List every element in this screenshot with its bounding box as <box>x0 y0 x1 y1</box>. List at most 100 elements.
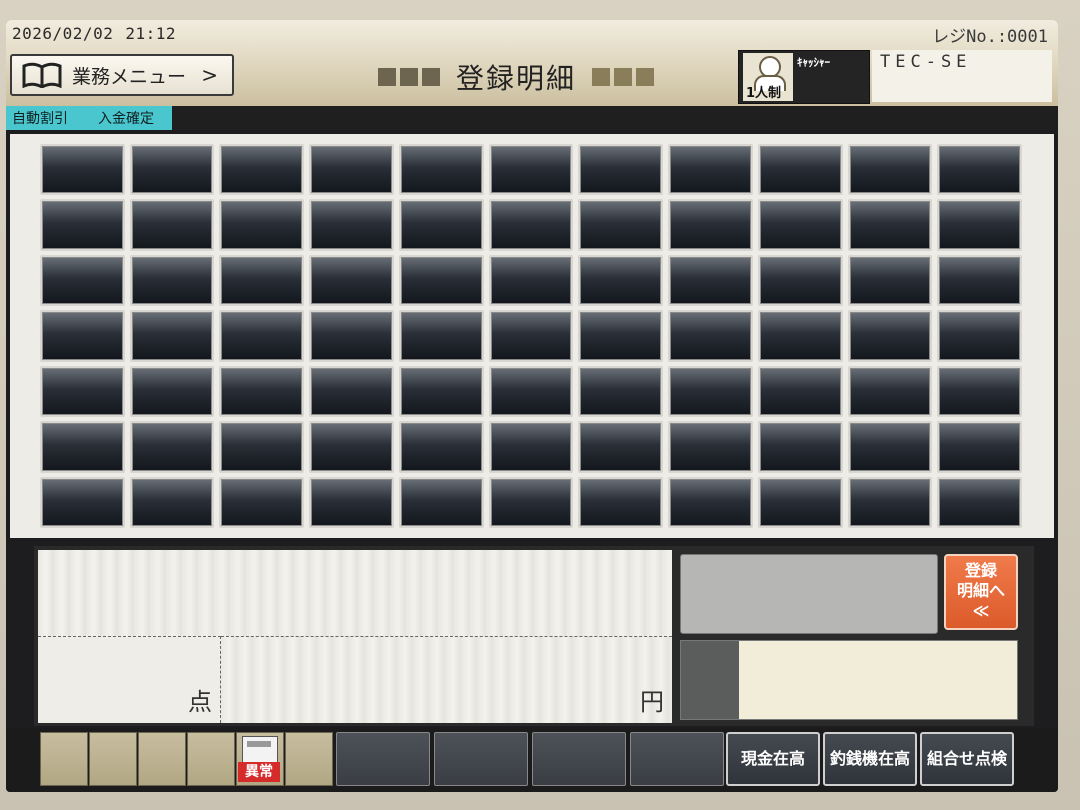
item-key[interactable] <box>488 421 574 473</box>
item-key[interactable] <box>129 310 215 362</box>
item-key[interactable] <box>937 254 1022 307</box>
item-key[interactable] <box>757 254 843 307</box>
item-key[interactable] <box>219 199 305 251</box>
item-key[interactable] <box>309 254 394 307</box>
register-detail-button[interactable]: 登録 明細へ ≪ <box>944 554 1018 630</box>
item-key[interactable] <box>757 144 843 196</box>
item-key[interactable] <box>668 365 753 418</box>
item-key[interactable] <box>309 310 394 362</box>
item-key[interactable] <box>488 144 574 196</box>
item-key[interactable] <box>219 365 305 418</box>
item-key[interactable] <box>40 254 125 307</box>
item-key[interactable] <box>937 365 1022 418</box>
item-key[interactable] <box>40 476 125 528</box>
item-key[interactable] <box>309 144 394 196</box>
register-detail-line1: 登録 <box>964 561 997 580</box>
item-key[interactable] <box>219 421 305 473</box>
item-key[interactable] <box>668 199 753 251</box>
business-menu-button[interactable]: 業務メニュー > <box>10 54 234 96</box>
datetime: 2026/02/02 21:12 <box>12 24 188 43</box>
item-key[interactable] <box>757 365 843 418</box>
alert-label: 異常 <box>238 762 280 782</box>
item-key[interactable] <box>398 421 484 473</box>
item-key[interactable] <box>578 310 664 362</box>
item-key[interactable] <box>398 365 484 418</box>
cash-on-hand-button[interactable]: 現金在高 <box>726 732 820 786</box>
item-key[interactable] <box>578 254 664 307</box>
change-machine-balance-button[interactable]: 釣銭機在高 <box>823 732 917 786</box>
function-key-blank[interactable] <box>434 732 528 786</box>
title-ornament <box>422 68 440 86</box>
function-key-blank[interactable] <box>89 732 137 786</box>
item-key[interactable] <box>578 365 664 418</box>
item-key[interactable] <box>847 310 933 362</box>
item-key[interactable] <box>847 199 933 251</box>
item-key[interactable] <box>937 144 1022 196</box>
combination-check-button[interactable]: 組合せ点検 <box>920 732 1014 786</box>
function-key-blank[interactable] <box>532 732 626 786</box>
item-key[interactable] <box>847 365 933 418</box>
amount-area: 円 <box>221 636 672 723</box>
item-key[interactable] <box>129 144 215 196</box>
item-key[interactable] <box>937 199 1022 251</box>
item-key[interactable] <box>668 144 753 196</box>
item-key[interactable] <box>398 199 484 251</box>
item-key[interactable] <box>757 421 843 473</box>
item-key[interactable] <box>309 199 394 251</box>
printer-alert-icon[interactable]: 異常 <box>238 736 280 782</box>
item-key[interactable] <box>129 254 215 307</box>
item-key[interactable] <box>488 254 574 307</box>
item-key[interactable] <box>847 421 933 473</box>
item-key[interactable] <box>578 199 664 251</box>
function-key-blank[interactable] <box>336 732 430 786</box>
cashier-box: 1人制 ｷｬｯｼｬｰ <box>738 50 870 104</box>
item-key[interactable] <box>129 476 215 528</box>
item-key[interactable] <box>129 365 215 418</box>
item-key[interactable] <box>578 144 664 196</box>
item-key[interactable] <box>398 310 484 362</box>
item-key[interactable] <box>668 254 753 307</box>
item-key[interactable] <box>937 310 1022 362</box>
function-key-blank[interactable] <box>138 732 186 786</box>
item-key[interactable] <box>757 199 843 251</box>
item-key[interactable] <box>668 476 753 528</box>
item-key[interactable] <box>219 254 305 307</box>
item-key[interactable] <box>398 476 484 528</box>
function-key-blank[interactable] <box>40 732 88 786</box>
item-key[interactable] <box>757 310 843 362</box>
item-key[interactable] <box>40 421 125 473</box>
function-key-blank[interactable] <box>187 732 235 786</box>
item-key[interactable] <box>847 254 933 307</box>
item-key[interactable] <box>578 476 664 528</box>
item-key[interactable] <box>757 476 843 528</box>
item-key[interactable] <box>129 199 215 251</box>
item-key[interactable] <box>488 476 574 528</box>
item-key[interactable] <box>847 476 933 528</box>
item-key[interactable] <box>309 365 394 418</box>
item-key[interactable] <box>40 310 125 362</box>
item-key[interactable] <box>40 144 125 196</box>
item-key[interactable] <box>40 199 125 251</box>
item-key[interactable] <box>309 476 394 528</box>
person-icon: 1人制 <box>743 53 793 101</box>
function-key-blank[interactable] <box>630 732 724 786</box>
item-key[interactable] <box>219 310 305 362</box>
item-key[interactable] <box>937 421 1022 473</box>
item-key[interactable] <box>488 199 574 251</box>
function-key-blank[interactable] <box>285 732 333 786</box>
item-key[interactable] <box>398 254 484 307</box>
item-key[interactable] <box>129 421 215 473</box>
item-key[interactable] <box>40 365 125 418</box>
item-key[interactable] <box>309 421 394 473</box>
item-key[interactable] <box>488 310 574 362</box>
item-key[interactable] <box>668 310 753 362</box>
item-key[interactable] <box>219 476 305 528</box>
title-ornament <box>378 68 396 86</box>
item-key[interactable] <box>488 365 574 418</box>
item-key[interactable] <box>398 144 484 196</box>
item-key[interactable] <box>578 421 664 473</box>
item-key[interactable] <box>937 476 1022 528</box>
item-key[interactable] <box>847 144 933 196</box>
item-key[interactable] <box>219 144 305 196</box>
item-key[interactable] <box>668 421 753 473</box>
